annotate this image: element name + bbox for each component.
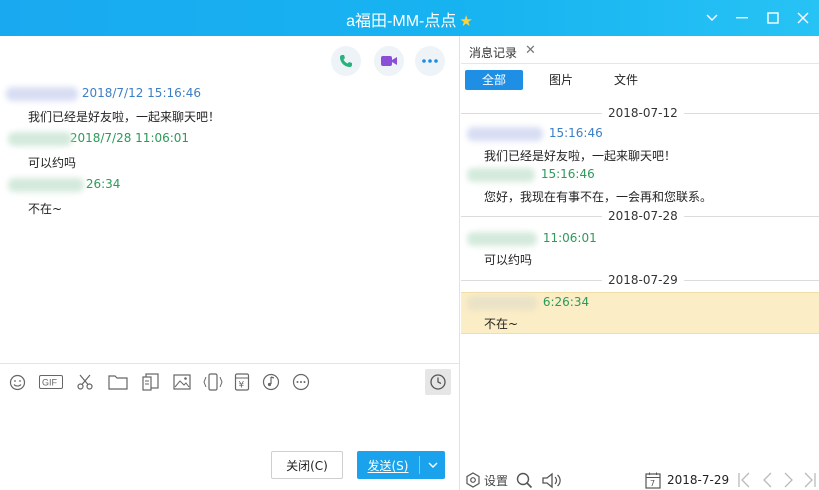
blurred-name [8, 177, 84, 192]
filter-images[interactable]: 图片 [539, 70, 583, 90]
history-body: 不在~ [484, 317, 519, 331]
close-window-button[interactable] [793, 8, 813, 28]
speaker-icon[interactable] [541, 470, 563, 490]
more-icon[interactable] [292, 373, 310, 391]
history-sender: 6:26:34 [467, 295, 589, 310]
history-sender: 15:16:46 [467, 167, 595, 182]
history-time: 11:06:01 [542, 231, 597, 245]
history-body: 我们已经是好友啦，一起来聊天吧！ [484, 149, 677, 163]
history-filters: 全部 图片 文件 [461, 70, 819, 92]
smile-icon[interactable] [9, 373, 26, 391]
history-message-highlighted: 6:26:34 不在~ [461, 292, 819, 334]
history-footer: 设置 7 2018-7-29 [461, 470, 819, 490]
scissors-icon[interactable] [76, 373, 94, 391]
history-tab-bar: 消息记录 ✕ [461, 36, 819, 64]
history-time: 6:26:34 [542, 295, 590, 309]
image-icon[interactable] [173, 373, 191, 391]
clock-icon [430, 374, 446, 390]
history-sender: 11:06:01 [467, 231, 597, 246]
title-bar: a福田-MM-点点 ★ [0, 0, 819, 36]
red-packet-glyph: ¥ [239, 381, 245, 391]
message-input[interactable] [0, 400, 459, 446]
search-icon[interactable] [516, 470, 533, 490]
prev-page-icon[interactable] [761, 470, 773, 490]
date-divider: 2018-07-29 [461, 273, 819, 287]
filter-all[interactable]: 全部 [465, 70, 523, 90]
red-packet-icon[interactable]: ¥ [234, 373, 250, 391]
message-sender: 2018/7/28 11:06:01 [8, 131, 189, 147]
date-label: 2018-07-12 [602, 106, 684, 120]
history-message: 11:06:01 可以约吗 [461, 229, 819, 271]
message-history-button[interactable] [425, 369, 451, 395]
message-sender: 2018/7/12 15:16:46 [6, 86, 201, 102]
history-sender: 15:16:46 [467, 126, 603, 141]
gif-label: GIF [42, 378, 58, 388]
settings-button[interactable]: 设置 [465, 470, 508, 490]
chat-pane: 2018/7/12 15:16:46 我们已经是好友啦，一起来聊天吧！ 2018… [0, 36, 460, 490]
message-time: 26:34 [85, 177, 121, 191]
calendar-icon: 7 [645, 472, 661, 489]
close-icon[interactable]: ✕ [525, 43, 536, 58]
last-page-icon[interactable] [803, 470, 817, 490]
chevron-down-icon[interactable] [702, 8, 722, 28]
history-pane: 消息记录 ✕ 全部 图片 文件 2018-07-12 15:16:46 我们已经… [461, 36, 819, 490]
send-options-chevron-icon[interactable] [420, 462, 445, 468]
blurred-name [8, 131, 72, 146]
send-button[interactable]: 发送(S) [357, 451, 445, 479]
video-call-button[interactable] [374, 46, 404, 76]
voice-call-button[interactable] [331, 46, 361, 76]
date-label: 2018-07-28 [602, 209, 684, 223]
calendar-button[interactable]: 7 2018-7-29 [645, 470, 729, 490]
tab-message-history[interactable]: 消息记录 [469, 44, 517, 61]
phone-icon [340, 55, 352, 67]
input-toolbar: GIF ¥ [0, 363, 459, 399]
music-icon[interactable] [262, 373, 280, 391]
more-icon [422, 59, 438, 63]
shake-icon[interactable] [203, 373, 223, 391]
history-time: 15:16:46 [540, 167, 595, 181]
date-divider: 2018-07-28 [461, 209, 819, 223]
next-page-icon[interactable] [783, 470, 795, 490]
gif-icon[interactable]: GIF [39, 373, 63, 391]
calendar-day: 7 [650, 479, 655, 488]
send-label: 发送(S) [367, 458, 409, 473]
history-message: 15:16:46 我们已经是好友啦，一起来聊天吧！ [461, 124, 819, 166]
blurred-name [467, 126, 543, 141]
history-body: 您好，我现在有事不在，一会再和您联系。 [484, 190, 713, 204]
blurred-name [467, 231, 537, 246]
history-date: 2018-7-29 [667, 473, 730, 487]
date-label: 2018-07-29 [602, 273, 684, 287]
video-icon [381, 56, 397, 66]
message-body: 不在~ [28, 202, 63, 216]
minimize-button[interactable] [732, 8, 752, 28]
folder-icon[interactable] [108, 373, 128, 391]
blurred-name [467, 167, 535, 182]
window-title: a福田-MM-点点 ★ [0, 7, 819, 31]
date-divider: 2018-07-12 [461, 106, 819, 120]
history-time: 15:16:46 [548, 126, 603, 140]
settings-label: 设置 [484, 473, 509, 488]
history-message: 15:16:46 您好，我现在有事不在，一会再和您联系。 [461, 165, 819, 207]
message-time: 2018/7/12 15:16:46 [81, 86, 202, 100]
maximize-button[interactable] [763, 8, 783, 28]
filter-files[interactable]: 文件 [604, 70, 648, 90]
message-sender: 26:34 [8, 177, 120, 193]
message-body: 可以约吗 [28, 156, 77, 170]
first-page-icon[interactable] [737, 470, 751, 490]
blurred-name [467, 295, 537, 310]
blurred-name [6, 86, 78, 101]
window-title-text: a福田-MM-点点 [346, 13, 457, 30]
close-button[interactable]: 关闭(C) [271, 451, 343, 479]
doc-icon[interactable] [142, 373, 160, 391]
star-icon: ★ [459, 13, 473, 30]
message-time: 2018/7/28 11:06:01 [69, 131, 190, 145]
message-body: 我们已经是好友啦，一起来聊天吧！ [28, 110, 221, 124]
history-body: 可以约吗 [484, 253, 533, 267]
more-options-button[interactable] [415, 46, 445, 76]
gear-icon [466, 472, 480, 488]
